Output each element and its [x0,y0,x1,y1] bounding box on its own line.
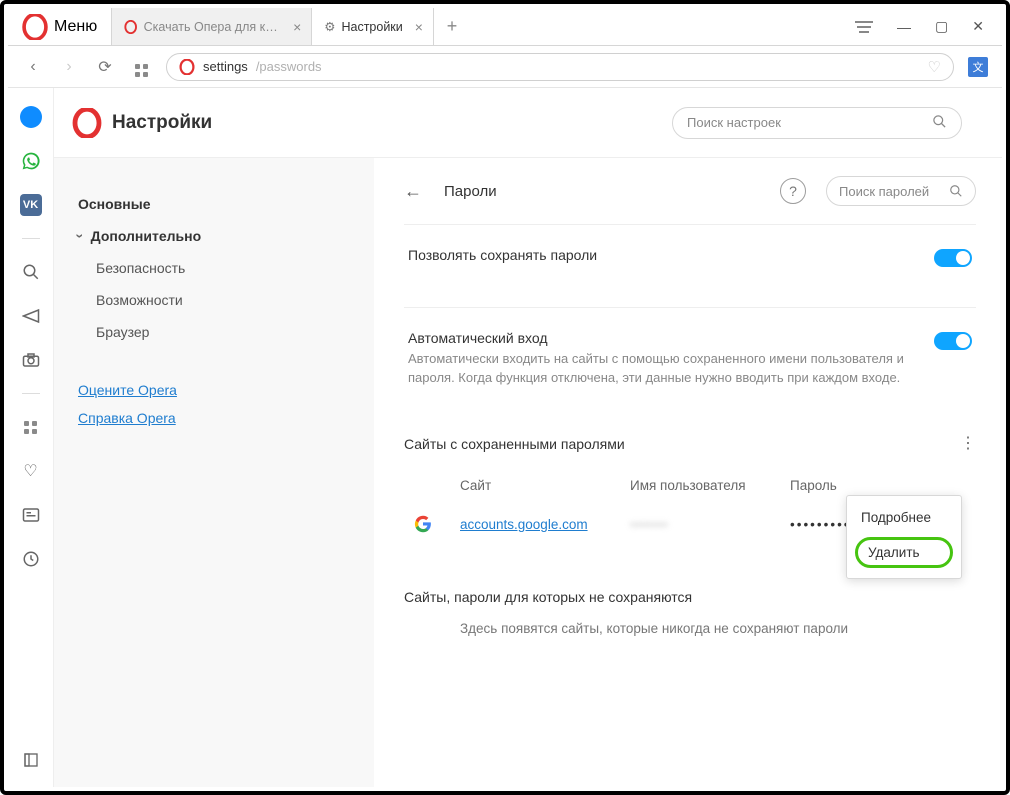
minimize-button[interactable]: ― [897,19,911,35]
back-arrow-icon[interactable]: ← [404,181,424,202]
site-favicon [414,515,434,535]
settings-search-input[interactable]: Поиск настроек [672,107,962,139]
passwords-title: Пароли [444,183,497,200]
nav-basic[interactable]: Основные [78,188,354,220]
never-save-title: Сайты, пароли для которых не сохраняются [404,589,976,605]
col-site: Сайт [460,478,630,493]
autologin-toggle[interactable] [934,332,972,350]
whatsapp-icon[interactable] [20,150,42,172]
help-icon[interactable]: ? [780,178,806,204]
snapshot-icon[interactable] [20,349,42,371]
passwords-table: Сайт Имя пользователя Пароль accounts.go… [404,470,976,549]
easy-setup-icon[interactable] [855,21,873,33]
opera-icon [72,108,102,138]
more-icon[interactable]: ⋮ [960,442,976,446]
tab-title: Скачать Опера для комп [144,20,281,34]
page-header: Настройки Поиск настроек [54,88,1002,158]
speed-dial-icon[interactable] [20,416,42,438]
row-context-menu: Подробнее Удалить [846,495,962,579]
settings-search-placeholder: Поиск настроек [687,115,781,130]
speed-dial-button[interactable] [130,56,152,77]
never-save-desc: Здесь появятся сайты, которые никогда не… [404,621,976,636]
col-pass: Пароль [790,478,910,493]
passwords-pane: ← Пароли ? Поиск паролей Позволять с [374,158,1002,787]
search-icon [949,184,963,198]
vk-icon[interactable]: VK [20,194,42,216]
back-button[interactable]: ‹ [22,58,44,76]
addressbar: ‹ › ⟳ settings/passwords ♡ 文 [8,46,1002,88]
history-icon[interactable] [20,548,42,570]
news-icon[interactable] [20,504,42,526]
menu-details[interactable]: Подробнее [847,502,961,533]
bookmark-icon[interactable]: ♡ [928,58,941,76]
menu-button[interactable]: Меню [8,8,112,45]
help-opera-link[interactable]: Справка Opera [78,404,354,432]
table-row[interactable]: accounts.google.com •••••••• ••••••••• П… [404,501,976,549]
nav-browser[interactable]: Браузер [78,316,354,348]
page-title: Настройки [112,112,212,134]
tabstrip: Скачать Опера для комп × ⚙ Настройки × + [112,8,837,45]
expand-icon[interactable] [20,749,42,771]
url-prefix: settings [203,59,248,74]
autologin-title: Автоматический вход [408,330,920,346]
nav-security[interactable]: Безопасность [78,252,354,284]
sidebar-rail: VK ♡ [8,88,54,787]
allow-save-toggle[interactable] [934,249,972,267]
new-tab-button[interactable]: + [434,8,470,45]
saved-passwords-title: Сайты с сохраненными паролями [404,436,625,452]
search-icon[interactable] [20,261,42,283]
allow-save-label: Позволять сохранять пароли [408,247,920,263]
rate-opera-link[interactable]: Оцените Opera [78,376,354,404]
gear-icon: ⚙ [324,19,335,34]
menu-label: Меню [54,18,97,36]
opera-icon [124,20,137,34]
opera-icon [22,14,48,40]
row-site[interactable]: accounts.google.com [460,517,630,532]
nav-features[interactable]: Возможности [78,284,354,316]
row-user: •••••••• [630,517,790,532]
translate-button[interactable]: 文 [968,57,988,77]
nav-advanced[interactable]: Дополнительно [78,220,354,252]
autologin-desc: Автоматически входить на сайты с помощью… [408,350,920,388]
personal-news-icon[interactable] [20,305,42,327]
tab-settings[interactable]: ⚙ Настройки × [312,8,434,45]
titlebar: Меню Скачать Опера для комп × ⚙ Настройк… [8,8,1002,46]
passwords-search-placeholder: Поиск паролей [839,184,929,199]
url-suffix: /passwords [256,59,322,74]
url-input[interactable]: settings/passwords ♡ [166,53,954,81]
bookmarks-icon[interactable]: ♡ [20,460,42,482]
settings-nav: Основные Дополнительно Безопасность Возм… [54,158,374,787]
search-icon [932,114,947,132]
window-controls: ― ▢ ✕ [837,18,1002,35]
reload-button[interactable]: ⟳ [94,57,116,77]
menu-delete[interactable]: Удалить [855,537,953,568]
close-icon[interactable]: × [415,19,423,35]
passwords-search-input[interactable]: Поиск паролей [826,176,976,206]
maximize-button[interactable]: ▢ [935,18,948,35]
col-user: Имя пользователя [630,478,790,493]
close-button[interactable]: ✕ [972,18,984,35]
settings-page: Настройки Поиск настроек Основные Дополн… [54,88,1002,787]
close-icon[interactable]: × [293,19,301,35]
forward-button[interactable]: › [58,58,80,76]
messenger-icon[interactable] [20,106,42,128]
tab-title: Настройки [341,20,402,34]
tab-opera-download[interactable]: Скачать Опера для комп × [112,8,312,45]
opera-icon [179,59,195,75]
